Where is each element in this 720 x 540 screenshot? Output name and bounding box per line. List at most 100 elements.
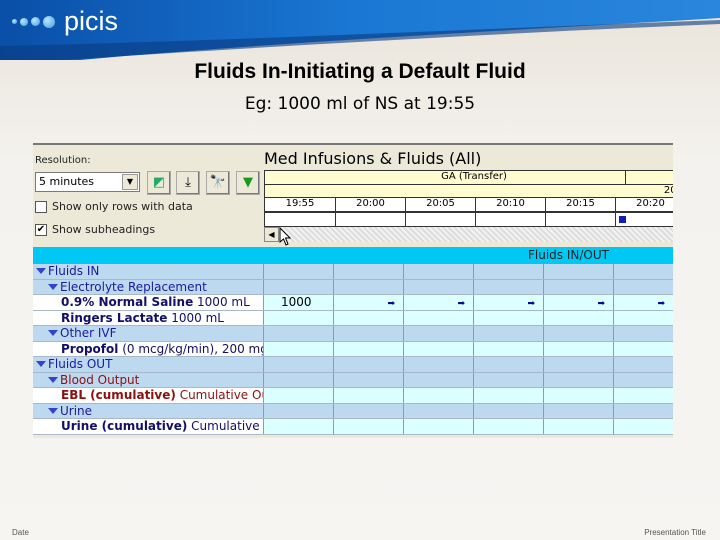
grid-cell[interactable]	[334, 341, 404, 356]
grid-cell[interactable]	[614, 264, 673, 279]
grid-cell[interactable]	[544, 419, 614, 434]
grid-cell[interactable]	[614, 388, 673, 403]
grid-cell[interactable]	[474, 264, 544, 279]
collapse-icon[interactable]	[48, 283, 58, 290]
grid-cell[interactable]	[334, 419, 404, 434]
grid-cell[interactable]	[404, 264, 474, 279]
grid-cell[interactable]	[544, 357, 614, 372]
table-row[interactable]: Ringers Lactate 1000 mL	[33, 310, 673, 326]
group-row[interactable]: Blood Output	[33, 372, 673, 388]
filter-button[interactable]: ▼	[236, 171, 260, 195]
grid-cell[interactable]	[404, 372, 474, 387]
chevron-down-icon[interactable]: ▼	[122, 174, 138, 190]
grid-cell[interactable]	[474, 341, 544, 356]
grid-cell[interactable]	[264, 403, 334, 418]
grid-cell[interactable]	[544, 403, 614, 418]
grid-cell[interactable]	[264, 326, 334, 341]
grid-cell[interactable]	[404, 388, 474, 403]
group-row[interactable]: Electrolyte Replacement	[33, 279, 673, 295]
time-marker-cell[interactable]	[265, 213, 335, 226]
collapse-icon[interactable]	[36, 268, 46, 274]
grid-cell[interactable]: 1000	[264, 295, 334, 310]
grid-cell[interactable]	[544, 341, 614, 356]
scroll-left-icon[interactable]: ◀	[264, 227, 279, 242]
grid-cell[interactable]: ➡	[614, 295, 673, 310]
grid-cell[interactable]	[474, 419, 544, 434]
collapse-icon[interactable]	[48, 407, 58, 414]
show-rows-with-data-checkbox[interactable]	[35, 201, 47, 213]
collapse-icon[interactable]	[48, 330, 58, 336]
grid-cell[interactable]	[544, 279, 614, 294]
collapse-icon[interactable]	[36, 361, 46, 367]
grid-cell[interactable]	[264, 388, 334, 403]
grid-cell[interactable]	[544, 326, 614, 341]
group-row[interactable]: Fluids IN	[33, 264, 673, 280]
grid-cell[interactable]	[614, 373, 673, 388]
download-button[interactable]: ⤓	[176, 171, 200, 195]
grid-cell[interactable]	[474, 310, 544, 325]
grid-cell[interactable]	[544, 372, 614, 387]
grid-cell[interactable]	[404, 279, 474, 294]
time-marker-cell[interactable]	[405, 213, 475, 226]
grid-cell[interactable]	[614, 419, 673, 434]
grid-cell[interactable]	[404, 341, 474, 356]
grid-cell[interactable]	[614, 326, 673, 341]
time-marker-cell[interactable]	[615, 213, 673, 226]
grid-cell[interactable]: ➡	[544, 295, 614, 310]
grid-cell[interactable]	[474, 326, 544, 341]
grid-cell[interactable]	[544, 264, 614, 279]
grid-cell[interactable]	[264, 264, 334, 279]
grid-cell[interactable]	[474, 403, 544, 418]
collapse-icon[interactable]	[48, 376, 58, 383]
grid-cell[interactable]	[264, 357, 334, 372]
grid-cell[interactable]	[264, 310, 334, 325]
grid-cell[interactable]	[614, 280, 673, 295]
grid-cell[interactable]	[614, 341, 673, 356]
grid-cell[interactable]	[264, 419, 334, 434]
grid-cell[interactable]: ➡	[474, 295, 544, 310]
time-marker-cell[interactable]	[475, 213, 545, 226]
table-row[interactable]: Urine (cumulative) Cumulative	[33, 419, 673, 435]
grid-cell[interactable]	[474, 357, 544, 372]
grid-cell[interactable]: ➡	[334, 295, 404, 310]
grid-cell[interactable]	[264, 372, 334, 387]
table-row[interactable]: EBL (cumulative) Cumulative Ou..	[33, 388, 673, 404]
grid-cell[interactable]	[614, 310, 673, 325]
grid-cell[interactable]	[334, 264, 404, 279]
time-marker-cell[interactable]	[545, 213, 615, 226]
grid-cell[interactable]	[544, 310, 614, 325]
table-row[interactable]: 0.9% Normal Saline 1000 mL 1000 ➡ ➡ ➡ ➡ ➡	[33, 295, 673, 311]
chart-button[interactable]: ◩	[147, 171, 171, 195]
grid-cell[interactable]	[334, 372, 404, 387]
grid-cell[interactable]	[264, 341, 334, 356]
grid-cell[interactable]	[334, 326, 404, 341]
grid-cell[interactable]	[334, 388, 404, 403]
grid-cell[interactable]	[334, 310, 404, 325]
grid-cell[interactable]	[264, 279, 334, 294]
grid-cell[interactable]	[404, 357, 474, 372]
grid-cell[interactable]	[474, 372, 544, 387]
group-row[interactable]: Other IVF	[33, 326, 673, 342]
grid-cell[interactable]	[334, 279, 404, 294]
app-screenshot: Resolution: 5 minutes ▼ ◩ ⤓ 🔭 ▼ Show only…	[33, 143, 673, 438]
table-row[interactable]: Propofol (0 mcg/kg/min), 200 mg..	[33, 341, 673, 357]
grid-cell[interactable]	[474, 279, 544, 294]
find-button[interactable]: 🔭	[206, 171, 230, 195]
show-subheadings-checkbox[interactable]: ✔	[35, 224, 47, 236]
grid-cell[interactable]	[544, 388, 614, 403]
resolution-select[interactable]: 5 minutes ▼	[35, 172, 140, 192]
horizontal-scrollbar[interactable]: ◀	[264, 227, 673, 242]
grid-cell[interactable]	[404, 403, 474, 418]
grid-cell[interactable]	[404, 310, 474, 325]
grid-cell[interactable]	[474, 388, 544, 403]
grid-cell[interactable]	[614, 404, 673, 419]
grid-cell[interactable]	[404, 419, 474, 434]
grid-cell[interactable]	[614, 357, 673, 372]
time-marker-cell[interactable]	[335, 213, 405, 226]
grid-cell[interactable]	[334, 403, 404, 418]
grid-cell[interactable]: ➡	[404, 295, 474, 310]
grid-cell[interactable]	[334, 357, 404, 372]
group-row[interactable]: Fluids OUT	[33, 357, 673, 373]
group-row[interactable]: Urine	[33, 403, 673, 419]
grid-cell[interactable]	[404, 326, 474, 341]
